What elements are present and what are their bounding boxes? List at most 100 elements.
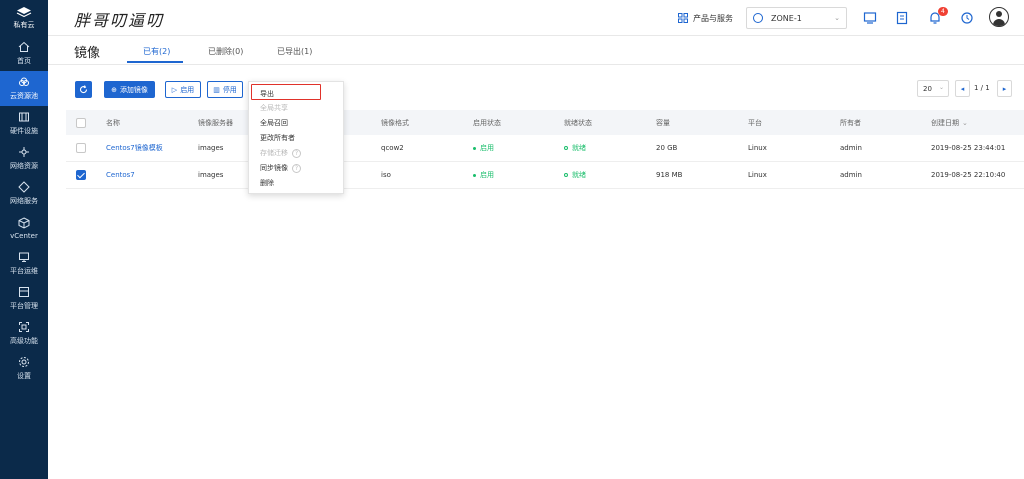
menu-item-label: 导出 (260, 90, 274, 98)
image-name-link[interactable]: Centos7 (106, 162, 135, 188)
sidebar-item-label: vCenter (10, 232, 38, 240)
enable-status: 启用 (473, 135, 494, 161)
menu-item-label: 更改所有者 (260, 134, 295, 142)
sidebar-item-label: 设置 (17, 372, 31, 380)
chevron-down-icon: ⌄ (938, 84, 944, 91)
tab-deleted[interactable]: 已删除(0) (208, 46, 243, 57)
refresh-button[interactable] (75, 81, 92, 98)
col-header-owner[interactable]: 所有者 (840, 110, 861, 135)
help-icon[interactable]: ? (292, 163, 301, 173)
desktop-icon[interactable] (863, 11, 877, 25)
menu-item-storage-migrate: 存储迁移 ? (260, 148, 301, 158)
sidebar-item-advanced[interactable]: 高级功能 (0, 316, 48, 351)
monitor-icon (19, 252, 29, 262)
history-icon[interactable] (960, 11, 974, 25)
add-image-button[interactable]: ⊕ 添加镜像 (104, 81, 155, 98)
add-image-label: 添加镜像 (119, 85, 148, 94)
images-table: 名称 镜像服务器 镜像格式 启用状态 就绪状态 容量 平台 所有者 创建日期 ⌄… (66, 110, 1024, 189)
menu-item-change-owner[interactable]: 更改所有者 (260, 133, 295, 143)
image-name-link[interactable]: Centos7镜像模板 (106, 135, 163, 161)
sidebar-item-vcenter[interactable]: vCenter (0, 211, 48, 246)
gear-icon (19, 357, 29, 367)
advanced-icon (19, 322, 29, 332)
network-resource-icon (19, 147, 29, 157)
zone-select[interactable]: ZONE-1 ⌄ (746, 7, 847, 29)
help-icon[interactable]: ? (292, 148, 301, 158)
more-actions-menu: 导出 全局共享 全局召回 更改所有者 存储迁移 ? 同步镜像 ? 删除 (248, 81, 344, 194)
col-header-size[interactable]: 容量 (656, 110, 670, 135)
page-indicator: 1 / 1 (974, 84, 990, 92)
col-header-created[interactable]: 创建日期 ⌄ (931, 110, 968, 135)
sidebar-item-network-resource[interactable]: 网络资源 (0, 141, 48, 176)
document-icon[interactable] (895, 11, 909, 25)
col-header-created-label: 创建日期 (931, 118, 959, 127)
sidebar-item-settings[interactable]: 设置 (0, 351, 48, 386)
ready-status-text: 就绪 (572, 144, 586, 152)
sidebar-item-label: 平台管理 (10, 302, 38, 310)
vcenter-icon (18, 217, 30, 229)
row-checkbox[interactable] (76, 143, 86, 153)
home-icon (18, 41, 30, 52)
row-checkbox[interactable] (76, 170, 86, 180)
menu-item-delete[interactable]: 删除 (260, 178, 274, 188)
page-size-select[interactable]: 20 ⌄ (917, 80, 949, 97)
active-tab-indicator (127, 61, 183, 63)
enable-label: 启用 (180, 85, 195, 94)
table-row[interactable]: Centos7镜像模板 images qcow2 启用 就绪 20 GB Lin… (66, 135, 1024, 162)
zone-icon (753, 13, 763, 23)
enable-button[interactable]: ▷ 启用 (165, 81, 201, 98)
play-icon: ▷ (171, 85, 178, 94)
ready-status-text: 就绪 (572, 171, 586, 179)
menu-item-label: 全局召回 (260, 119, 288, 127)
sidebar-item-network-service[interactable]: 网络服务 (0, 176, 48, 211)
hardware-icon (19, 112, 29, 122)
next-page-button[interactable]: ▸ (997, 80, 1012, 97)
chevron-right-icon: ▸ (1002, 84, 1007, 93)
tab-existing[interactable]: 已有(2) (143, 46, 170, 57)
menu-item-sync-image[interactable]: 同步镜像 ? (260, 163, 301, 173)
refresh-icon (80, 85, 88, 94)
image-format: qcow2 (381, 144, 404, 152)
sidebar-item-cloud-pool[interactable]: 云资源池 (0, 71, 48, 106)
status-dot-icon (473, 173, 476, 177)
sidebar-item-label: 硬件设施 (10, 127, 38, 135)
ready-status: 就绪 (564, 162, 586, 188)
col-header-server[interactable]: 镜像服务器 (198, 110, 233, 135)
col-header-name[interactable]: 名称 (106, 110, 120, 135)
menu-item-export[interactable]: 导出 (260, 89, 274, 99)
sidebar-item-label: 云资源池 (10, 92, 38, 100)
sidebar-item-platform-manage[interactable]: 平台管理 (0, 281, 48, 316)
col-header-enable-status[interactable]: 启用状态 (473, 110, 501, 135)
sidebar-item-ops[interactable]: 平台运维 (0, 246, 48, 281)
table-row[interactable]: Centos7 images iso 启用 就绪 918 MB Linux ad… (66, 162, 1024, 189)
status-dot-icon (473, 146, 476, 150)
col-header-ready-status[interactable]: 就绪状态 (564, 110, 592, 135)
products-services-menu[interactable]: 产品与服务 (678, 0, 733, 36)
sidebar-item-label: 平台运维 (10, 267, 38, 275)
zone-value: ZONE-1 (771, 13, 802, 23)
col-header-platform[interactable]: 平台 (748, 110, 762, 135)
select-all-checkbox[interactable] (76, 117, 86, 128)
prev-page-button[interactable]: ◂ (955, 80, 970, 97)
sidebar-item-home[interactable]: 首页 (0, 36, 48, 71)
user-avatar[interactable] (989, 7, 1009, 27)
enable-status-text: 启用 (480, 171, 494, 179)
image-server: images (198, 171, 224, 179)
image-created: 2019-08-25 23:44:01 (931, 144, 1006, 152)
sidebar-item-label: 首页 (17, 57, 31, 65)
menu-item-label: 同步镜像 (260, 164, 288, 172)
cloud-icon (19, 77, 29, 86)
sidebar-item-hardware[interactable]: 硬件设施 (0, 106, 48, 141)
disable-button[interactable]: ▥ 停用 (207, 81, 243, 98)
tab-exported[interactable]: 已导出(1) (277, 46, 312, 57)
menu-item-label: 删除 (260, 179, 274, 187)
image-size: 20 GB (656, 144, 678, 152)
stop-icon: ▥ (213, 85, 220, 94)
image-platform: Linux (748, 171, 767, 179)
notification-button[interactable]: 4 (928, 7, 948, 25)
chevron-left-icon: ◂ (960, 84, 965, 93)
sidebar-logo[interactable]: 私有云 (0, 0, 48, 36)
menu-item-global-recall[interactable]: 全局召回 (260, 118, 288, 128)
col-header-format[interactable]: 镜像格式 (381, 110, 409, 135)
sort-down-icon: ⌄ (962, 118, 968, 127)
